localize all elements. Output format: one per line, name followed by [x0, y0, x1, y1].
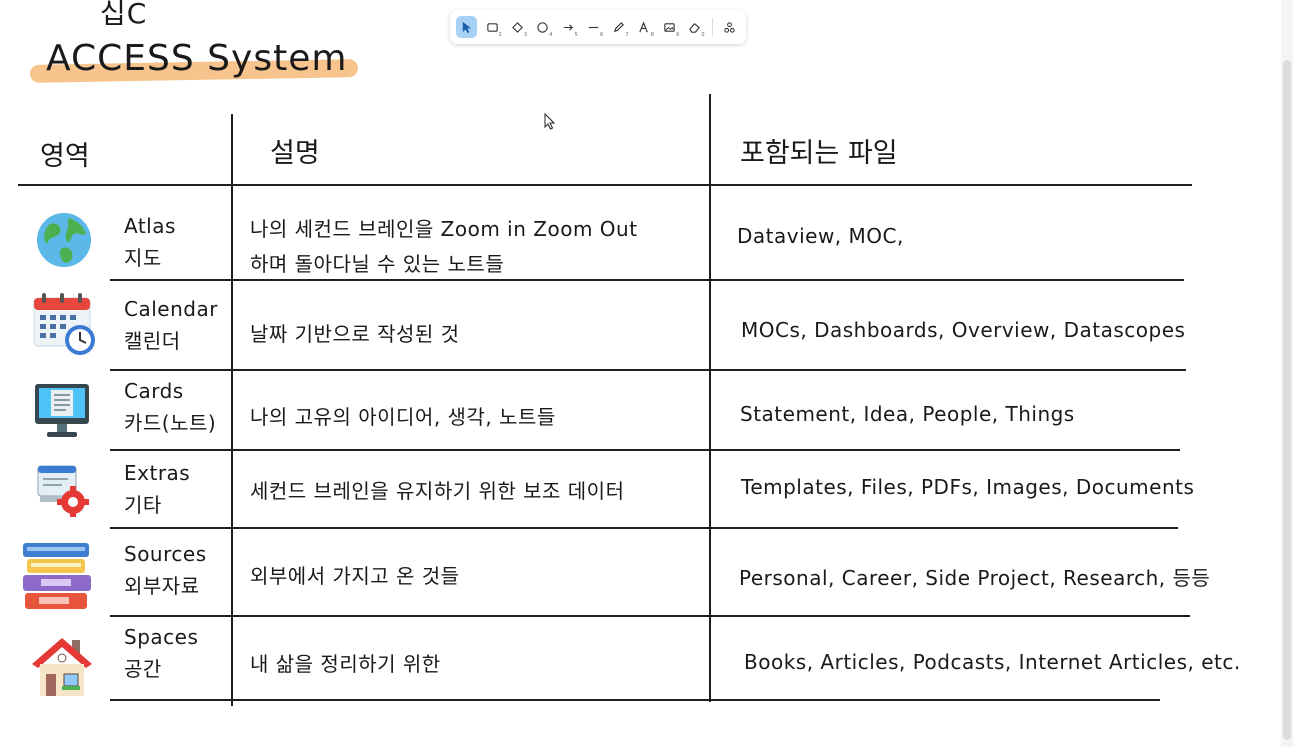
- more-tools[interactable]: [719, 16, 740, 38]
- ellipse-tool[interactable]: 4: [532, 16, 553, 38]
- area-name-en: Cards: [124, 379, 184, 403]
- calendar-icon: [33, 293, 95, 355]
- diamond-icon: [511, 21, 523, 33]
- row-divider: [110, 449, 1180, 451]
- line-icon: [588, 26, 599, 28]
- files-cell: Statement, Idea, People, Things: [740, 402, 1075, 426]
- line-tool[interactable]: 6: [583, 16, 604, 38]
- area-name-extras: Extras 기타: [124, 457, 190, 521]
- files-cell: Books, Articles, Podcasts, Internet Arti…: [744, 650, 1241, 674]
- description-cell: 내 삶을 정리하기 위한: [250, 652, 441, 676]
- pencil-icon: [614, 21, 625, 32]
- vertical-scrollbar[interactable]: [1281, 0, 1293, 747]
- header-area: 영역: [40, 141, 90, 172]
- area-name-en: Calendar: [124, 297, 218, 321]
- toolbar-divider: [711, 18, 713, 36]
- eraser-tool[interactable]: 0: [684, 16, 705, 38]
- description-cell: 나의 세컨드 브레인을 Zoom in Zoom Out: [250, 217, 638, 241]
- mouse-cursor-icon: [544, 113, 556, 130]
- files-cell: MOCs, Dashboards, Overview, Datascopes: [741, 318, 1186, 342]
- area-name-en: Atlas: [124, 214, 176, 238]
- image-tool[interactable]: 9: [659, 16, 680, 38]
- house-icon: [32, 638, 92, 696]
- area-name-ko: 카드(노트): [124, 411, 217, 435]
- description-cell: 나의 고유의 아이디어, 생각, 노트들: [250, 405, 556, 429]
- diamond-tool[interactable]: 3: [507, 16, 528, 38]
- pencil-tool[interactable]: 7: [608, 16, 629, 38]
- rectangle-icon: [486, 22, 498, 32]
- area-name-cards: Cards 카드(노트): [124, 375, 216, 439]
- area-name-calendar: Calendar 캘린더: [124, 293, 218, 357]
- area-name-ko: 지도: [124, 246, 162, 270]
- text-icon: [639, 20, 648, 32]
- row-divider: [110, 615, 1190, 617]
- text-tool[interactable]: 8: [634, 16, 655, 38]
- area-name-en: Extras: [124, 461, 191, 485]
- column-divider-1: [231, 114, 233, 706]
- select-tool[interactable]: [456, 16, 478, 38]
- pointer-icon: [462, 21, 472, 33]
- header-files: 포함되는 파일: [740, 138, 898, 169]
- arrow-tool[interactable]: 5: [557, 16, 578, 38]
- books-icon: [23, 543, 91, 609]
- area-name-ko: 기타: [124, 493, 162, 517]
- description-cell: 하며 돌아다닐 수 있는 노트들: [250, 252, 505, 276]
- shapes-library-icon: [724, 21, 735, 33]
- files-cell: Dataview, MOC,: [737, 224, 904, 248]
- area-name-en: Sources: [124, 542, 207, 566]
- area-name-atlas: Atlas 지도: [124, 210, 176, 274]
- area-name-ko: 공간: [124, 657, 162, 681]
- globe-icon: [37, 213, 91, 267]
- header-underline: [18, 184, 1192, 186]
- area-name-ko: 외부자료: [124, 574, 200, 598]
- title-top-text: 십C: [100, 0, 148, 30]
- drawing-toolbar: 2 3 4 5 6 7 8 9 0: [450, 10, 746, 44]
- computer-icon: [35, 384, 89, 437]
- row-divider: [110, 527, 1178, 529]
- header-description: 설명: [270, 138, 320, 169]
- area-name-spaces: Spaces 공간: [124, 621, 198, 685]
- image-icon: [664, 22, 675, 32]
- scrollbar-thumb[interactable]: [1283, 60, 1291, 740]
- row-divider: [110, 279, 1184, 281]
- ellipse-icon: [537, 21, 548, 33]
- description-cell: 세컨드 브레인을 유지하기 위한 보조 데이터: [250, 479, 625, 503]
- description-cell: 날짜 기반으로 작성된 것: [250, 322, 460, 346]
- row-divider: [110, 699, 1160, 701]
- settings-screen-icon: [37, 465, 89, 517]
- files-cell: Personal, Career, Side Project, Research…: [739, 566, 1211, 590]
- description-cell: 외부에서 가지고 온 것들: [250, 564, 460, 588]
- arrow-icon: [563, 23, 573, 31]
- page-title: ACCESS System: [46, 38, 348, 79]
- area-name-sources: Sources 외부자료: [124, 538, 207, 602]
- area-name-ko: 캘린더: [124, 329, 181, 353]
- eraser-icon: [689, 22, 701, 33]
- area-name-en: Spaces: [124, 625, 199, 649]
- files-cell: Templates, Files, PDFs, Images, Document…: [741, 475, 1195, 499]
- rectangle-tool[interactable]: 2: [481, 16, 502, 38]
- row-divider: [110, 369, 1186, 371]
